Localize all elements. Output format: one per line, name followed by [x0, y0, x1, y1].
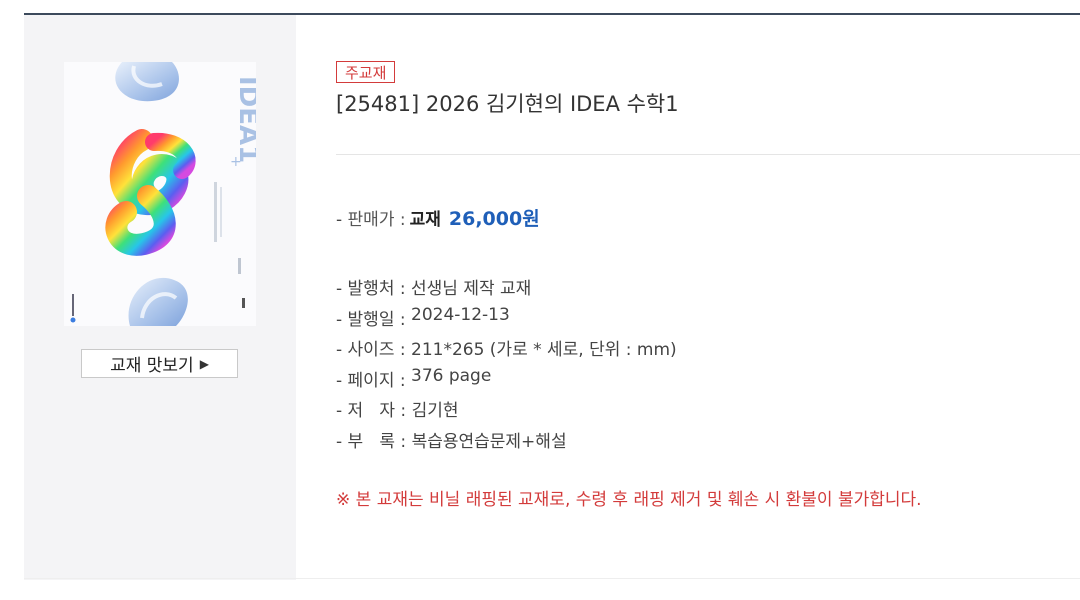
info-value: 211*265 (가로 * 세로, 단위 : mm)	[411, 340, 677, 360]
play-triangle-icon: ▶	[199, 356, 209, 371]
price-label: 판매가 :	[347, 210, 406, 230]
info-label: - 발행처 :	[336, 279, 411, 299]
info-label: - 페이지 :	[336, 370, 411, 391]
info-label: - 부 록 :	[336, 431, 412, 452]
preview-book-label: 교재 맛보기	[110, 356, 194, 376]
info-value: 선생님 제작 교재	[411, 279, 532, 299]
info-value: 복습용연습문제+해설	[411, 431, 567, 452]
info-value: 376 page	[411, 365, 492, 386]
price-bullet: -	[336, 210, 348, 230]
info-row-publish-date: - 발행일 : 2024-12-13	[336, 305, 677, 336]
detail-divider	[336, 154, 1080, 155]
info-row-author: - 저 자 : 김기현	[336, 396, 677, 427]
cover-plus-text: +	[230, 154, 242, 170]
info-label: - 발행일 :	[336, 309, 411, 330]
price-amount: 26,000원	[448, 208, 540, 230]
refund-notice: ※ 본 교재는 비닐 래핑된 교재로, 수령 후 래핑 제거 및 훼손 시 환불…	[336, 490, 922, 510]
price-kind: 교재	[409, 210, 441, 230]
info-label: - 저 자 :	[336, 401, 412, 421]
product-title: [25481] 2026 김기현의 IDEA 수학1	[336, 92, 679, 116]
info-row-size: - 사이즈 : 211*265 (가로 * 세로, 단위 : mm)	[336, 335, 677, 366]
info-value: 2024-12-13	[411, 304, 510, 325]
info-row-pages: - 페이지 : 376 page	[336, 366, 677, 397]
info-value: 김기현	[411, 401, 459, 421]
cover-title-text: IDEA1	[233, 76, 256, 163]
book-info-list: - 발행처 : 선생님 제작 교재 - 발행일 : 2024-12-13 - 사…	[336, 274, 677, 457]
preview-book-button[interactable]: 교재 맛보기 ▶	[81, 349, 238, 378]
info-label: - 사이즈 :	[336, 340, 411, 360]
main-textbook-badge: 주교재	[336, 61, 396, 83]
book-cover-image[interactable]: IDEA1 +	[64, 62, 256, 326]
bottom-divider	[24, 578, 1080, 579]
info-row-appendix: - 부 록 : 복습용연습문제+해설	[336, 427, 677, 458]
info-row-publisher: - 발행처 : 선생님 제작 교재	[336, 274, 677, 305]
price-row: - 판매가 : 교재 26,000원	[336, 204, 540, 231]
